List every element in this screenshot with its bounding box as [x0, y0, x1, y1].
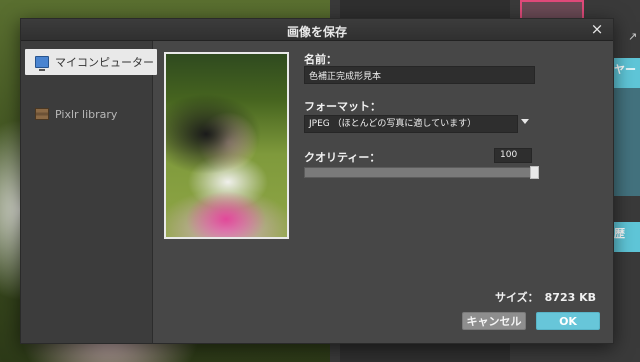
quality-label: クオリティー： [304, 151, 381, 164]
quality-value-field[interactable]: 100 [494, 148, 532, 163]
background-history-tab[interactable]: 歴 [610, 222, 640, 252]
cancel-button[interactable]: キャンセル [462, 312, 526, 330]
filename-input[interactable] [304, 66, 535, 84]
background-layers-tab[interactable]: ヤー [610, 58, 640, 88]
chevron-down-icon[interactable] [521, 119, 529, 124]
image-preview [164, 52, 289, 239]
size-label: サイズ： [494, 291, 539, 304]
quality-slider[interactable] [304, 167, 539, 178]
quality-slider-thumb[interactable] [530, 166, 539, 179]
background-layer-item [610, 88, 640, 196]
ok-button[interactable]: OK [536, 312, 600, 330]
background-navigator-thumbnail [520, 0, 584, 20]
background-resize-icon: ↗ [628, 30, 638, 43]
size-value: 8723 KB [544, 291, 596, 304]
format-label: フォーマット： [304, 100, 381, 113]
file-size-info: サイズ： 8723 KB [495, 289, 596, 305]
format-select[interactable]: JPEG （ほとんどの写真に適しています） [304, 115, 518, 133]
quality-slider-fill [305, 168, 538, 177]
dialog-content: 名前： フォーマット： JPEG （ほとんどの写真に適しています） クオリティー… [20, 18, 614, 344]
name-label: 名前： [304, 53, 337, 66]
